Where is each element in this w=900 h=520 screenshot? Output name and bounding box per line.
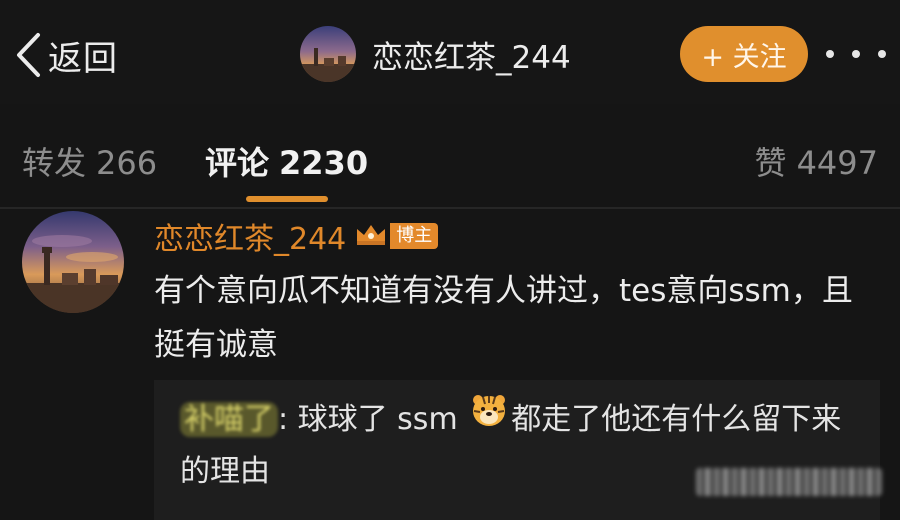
tab-bar: 转发 266 评论 2230 赞 4497 xyxy=(0,104,900,208)
chevron-left-icon xyxy=(14,32,42,78)
tab-repost[interactable]: 转发 266 xyxy=(22,138,157,184)
divider xyxy=(0,207,900,209)
tab-comments[interactable]: 评论 2230 xyxy=(205,138,368,184)
tab-repost-count: 266 xyxy=(96,144,158,182)
crown-icon xyxy=(354,221,388,251)
tab-comments-count: 2230 xyxy=(279,144,369,182)
dot xyxy=(878,50,886,58)
comment-header: 恋恋红茶_244 博主 xyxy=(154,214,439,258)
comment-username[interactable]: 恋恋红茶_244 xyxy=(154,214,346,258)
back-label: 返回 xyxy=(48,38,118,79)
tiger-face-icon xyxy=(471,392,507,444)
more-options-icon[interactable] xyxy=(826,40,886,68)
tab-comments-label: 评论 xyxy=(205,144,270,182)
header-username[interactable]: 恋恋红茶_244 xyxy=(372,32,571,77)
dot xyxy=(826,50,834,58)
avatar[interactable] xyxy=(300,26,356,82)
reply-separator: : xyxy=(278,402,289,437)
dot xyxy=(852,50,860,58)
follow-button[interactable]: + 关注 xyxy=(680,26,808,82)
reply-text-start: 球球了 ssm xyxy=(288,402,468,437)
active-tab-indicator xyxy=(246,196,328,202)
comment-text: 有个意向瓜不知道有没有人讲过，tes意向ssm，且挺有诚意 xyxy=(154,273,853,363)
reply-preview[interactable]: 补喵了: 球球了 ssm 都走了他还有什么留下来的理由 xyxy=(154,380,880,520)
avatar[interactable] xyxy=(22,211,124,313)
top-bar: 返回 恋恋红茶_244 + 关注 xyxy=(0,0,900,104)
back-button[interactable]: 返回 xyxy=(14,28,118,82)
reply-username[interactable]: 补喵了 xyxy=(180,402,278,437)
watermark xyxy=(696,468,882,496)
tab-likes-label: 赞 xyxy=(754,144,787,182)
tab-repost-label: 转发 xyxy=(22,144,87,182)
tab-likes[interactable]: 赞 4497 xyxy=(755,138,878,184)
author-badge: 博主 xyxy=(390,223,439,249)
tab-likes-count: 4497 xyxy=(796,144,878,182)
header-user[interactable]: 恋恋红茶_244 xyxy=(300,24,571,84)
